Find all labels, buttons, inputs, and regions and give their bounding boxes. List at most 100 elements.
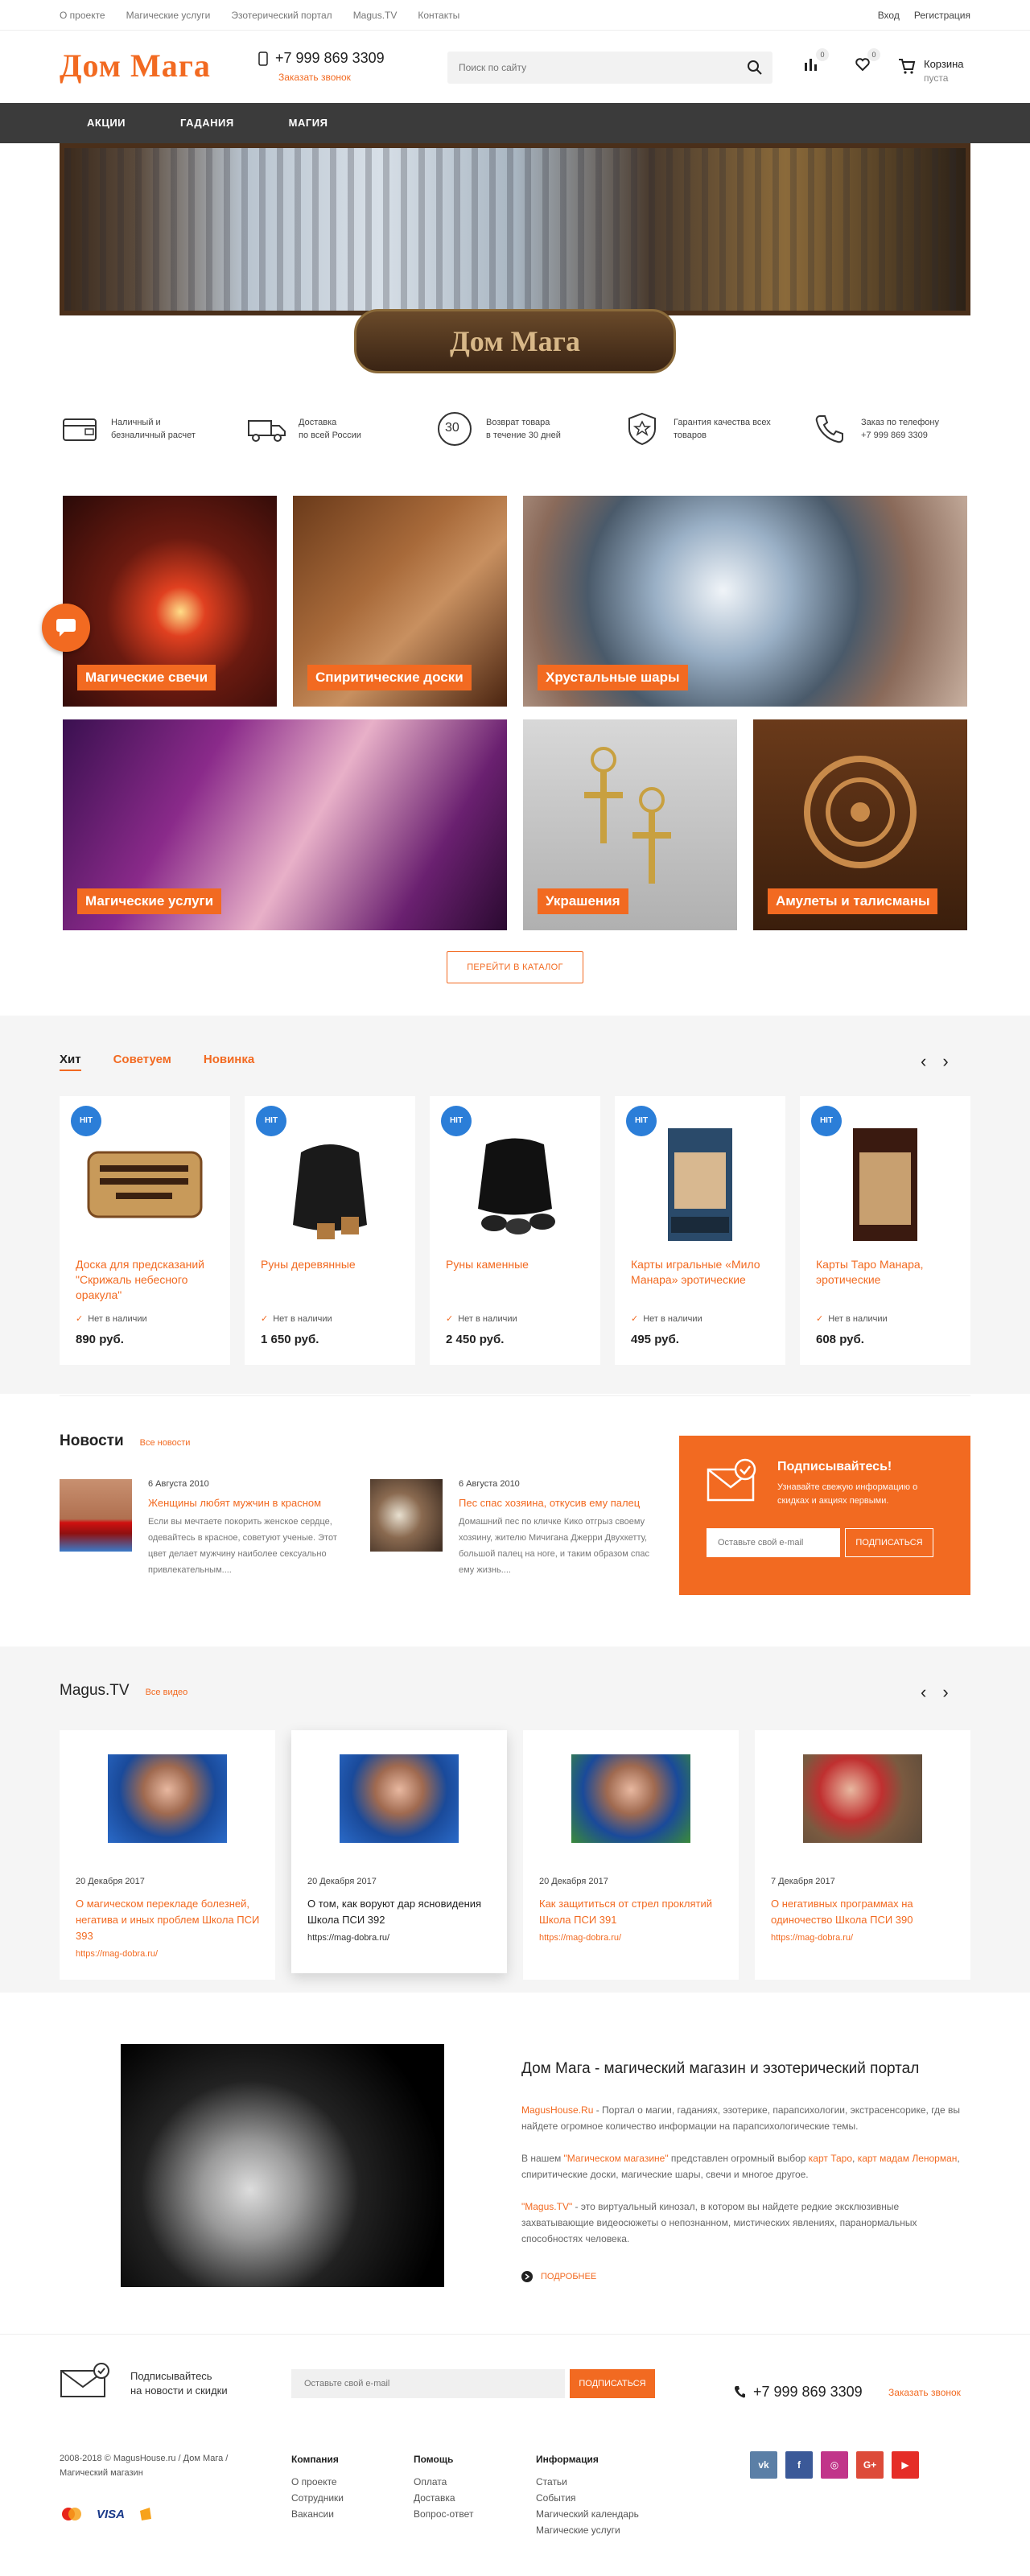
vk-icon[interactable]: vk	[750, 2451, 777, 2479]
all-video-link[interactable]: Все видео	[146, 1688, 188, 1697]
footer-link[interactable]: Сотрудники	[291, 2490, 344, 2506]
subscribe-email-input[interactable]	[707, 1528, 840, 1557]
google-plus-icon[interactable]: G+	[856, 2451, 884, 2479]
callback-link[interactable]: Заказать звонок	[278, 72, 385, 83]
category-tile-services[interactable]: Магические услуги	[63, 719, 507, 930]
category-tile-crystal-balls[interactable]: Хрустальные шары	[523, 496, 967, 707]
category-tile-amulets[interactable]: Амулеты и талисманы	[753, 719, 967, 930]
top-link-services[interactable]: Магические услуги	[126, 10, 211, 21]
video-item-title[interactable]: О негативных программах на одиночество Ш…	[771, 1896, 958, 1928]
category-tile-ouija[interactable]: Спиритические доски	[293, 496, 507, 707]
product-name[interactable]: Доска для предсказаний "Скрижаль небесно…	[76, 1257, 220, 1303]
instagram-icon[interactable]: ◎	[821, 2451, 848, 2479]
footer-link[interactable]: Статьи	[536, 2474, 639, 2490]
facebook-icon[interactable]: f	[785, 2451, 813, 2479]
footer-email-input[interactable]	[291, 2369, 565, 2398]
all-news-link[interactable]: Все новости	[140, 1438, 191, 1448]
footer-phone[interactable]: +7 999 869 3309	[753, 2384, 863, 2401]
login-link[interactable]: Вход	[878, 10, 900, 21]
product-card[interactable]: HIT Доска для предсказаний "Скрижаль неб…	[60, 1096, 230, 1365]
category-tile-candles[interactable]: Магические свечи	[63, 496, 277, 707]
chevron-left-icon[interactable]: ‹	[921, 1682, 926, 1703]
footer-link[interactable]: Вопрос-ответ	[414, 2506, 473, 2522]
tab-new[interactable]: Новинка	[204, 1053, 254, 1071]
video-card[interactable]: 20 Декабря 2017 О том, как воруют дар яс…	[291, 1730, 507, 1973]
top-link-portal[interactable]: Эзотерический портал	[231, 10, 332, 21]
video-thumbnail[interactable]	[571, 1754, 690, 1843]
tarot-link[interactable]: карт Таро	[809, 2153, 852, 2164]
footer-link[interactable]: Оплата	[414, 2474, 473, 2490]
product-card[interactable]: HIT Руны деревянные ✓ Нет в наличии 1 650…	[245, 1096, 415, 1365]
footer-link[interactable]: События	[536, 2490, 639, 2506]
product-name[interactable]: Руны каменные	[446, 1257, 591, 1272]
footer-link[interactable]: Вакансии	[291, 2506, 344, 2522]
nav-item-magic[interactable]: МАГИЯ	[262, 103, 356, 143]
envelope-icon	[707, 1458, 756, 1502]
product-price: 608 руб.	[816, 1333, 864, 1346]
news-image[interactable]	[60, 1479, 132, 1552]
more-link[interactable]: ПОДРОБНЕЕ	[521, 2271, 596, 2282]
register-link[interactable]: Регистрация	[914, 10, 970, 21]
product-card[interactable]: HIT Карты Таро Манара, эротические ✓ Нет …	[800, 1096, 970, 1365]
video-url[interactable]: https://mag-dobra.ru/	[307, 1933, 389, 1943]
site-logo[interactable]: Дом Мага	[60, 47, 211, 84]
product-name[interactable]: Карты Таро Манара, эротические	[816, 1257, 961, 1288]
footer-link[interactable]: Магические услуги	[536, 2522, 639, 2538]
video-url[interactable]: https://mag-dobra.ru/	[76, 1949, 158, 1959]
category-tile-jewelry[interactable]: Украшения	[523, 719, 737, 930]
catalog-button[interactable]: ПЕРЕЙТИ В КАТАЛОГ	[447, 951, 583, 983]
footer-callback-link[interactable]: Заказать звонок	[888, 2387, 961, 2398]
chevron-right-icon[interactable]: ›	[942, 1682, 948, 1703]
product-card[interactable]: HIT Карты игральные «Мило Манара» эротич…	[615, 1096, 785, 1365]
footer-link[interactable]: Магический календарь	[536, 2506, 639, 2522]
shop-link[interactable]: "Магическом магазине"	[564, 2153, 669, 2164]
cart-button[interactable]: Корзина пуста	[898, 58, 964, 84]
video-thumbnail[interactable]	[108, 1754, 227, 1843]
hero-banner[interactable]	[60, 143, 970, 315]
video-item-title[interactable]: Как защититься от стрел проклятий Школа …	[539, 1896, 726, 1928]
search-icon[interactable]	[747, 60, 763, 76]
news-item-title[interactable]: Женщины любят мужчин в красном	[148, 1497, 354, 1509]
news-item-title[interactable]: Пес спас хозяина, откусив ему палец	[459, 1497, 665, 1509]
video-url[interactable]: https://mag-dobra.ru/	[539, 1933, 621, 1943]
cart-label: Корзина	[924, 58, 964, 70]
footer-link[interactable]: О проекте	[291, 2474, 344, 2490]
video-item-title[interactable]: О том, как воруют дар ясновидения Школа …	[307, 1896, 494, 1928]
video-card[interactable]: 20 Декабря 2017 О магическом перекладе б…	[60, 1730, 275, 1980]
product-name[interactable]: Карты игральные «Мило Манара» эротически…	[631, 1257, 776, 1288]
top-link-magustv[interactable]: Magus.TV	[353, 10, 398, 21]
about-link[interactable]: MagusHouse.Ru	[521, 2104, 593, 2116]
tab-recommend[interactable]: Советуем	[113, 1053, 171, 1071]
product-price: 495 руб.	[631, 1333, 679, 1346]
top-link-about[interactable]: О проекте	[60, 10, 105, 21]
header-phone[interactable]: +7 999 869 3309	[275, 50, 385, 66]
visa-icon: VISA	[97, 2507, 126, 2521]
chat-button[interactable]	[42, 604, 90, 652]
footer-subscribe-button[interactable]: ПОДПИСАТЬСЯ	[570, 2369, 655, 2398]
video-thumbnail[interactable]	[803, 1754, 922, 1843]
footer-link[interactable]: Доставка	[414, 2490, 473, 2506]
nav-item-divination[interactable]: ГАДАНИЯ	[153, 103, 262, 143]
top-link-contacts[interactable]: Контакты	[418, 10, 459, 21]
product-card[interactable]: HIT Руны каменные ✓ Нет в наличии 2 450 р…	[430, 1096, 600, 1365]
cart-icon	[899, 59, 916, 74]
video-item-title[interactable]: О магическом перекладе болезней, негатив…	[76, 1896, 262, 1944]
magustv-link[interactable]: "Magus.TV"	[521, 2201, 572, 2212]
category-label: Украшения	[538, 888, 628, 914]
youtube-icon[interactable]: ▶	[892, 2451, 919, 2479]
subscribe-button[interactable]: ПОДПИСАТЬСЯ	[845, 1528, 933, 1557]
video-card[interactable]: 7 Декабря 2017 О негативных программах н…	[755, 1730, 970, 1980]
lenormand-link[interactable]: карт мадам Ленорман	[858, 2153, 958, 2164]
search-input[interactable]	[447, 52, 721, 84]
video-url[interactable]: https://mag-dobra.ru/	[771, 1933, 853, 1943]
video-card[interactable]: 20 Декабря 2017 Как защититься от стрел …	[523, 1730, 739, 1980]
video-thumbnail[interactable]	[340, 1754, 459, 1843]
tab-hit[interactable]: Хит	[60, 1053, 81, 1071]
nav-item-sales[interactable]: АКЦИИ	[60, 103, 153, 143]
favorites-button[interactable]: 0	[855, 48, 880, 75]
chevron-right-icon[interactable]: ›	[942, 1051, 948, 1072]
product-name[interactable]: Руны деревянные	[261, 1257, 406, 1272]
news-image[interactable]	[370, 1479, 443, 1552]
chevron-left-icon[interactable]: ‹	[921, 1051, 926, 1072]
compare-button[interactable]: 0	[803, 48, 829, 75]
